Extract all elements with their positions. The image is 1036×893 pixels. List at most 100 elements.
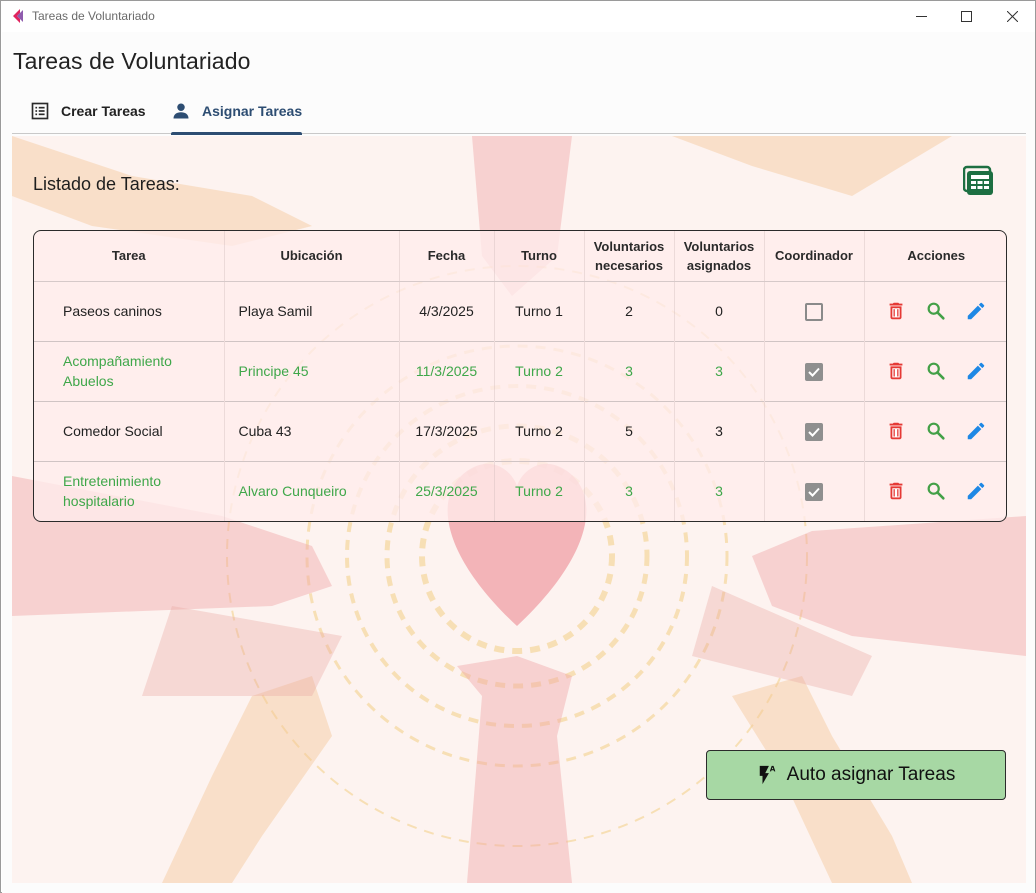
cell-necesarios: 3 bbox=[583, 340, 674, 401]
tarea-line: hospitalario bbox=[63, 493, 135, 510]
title-bar: Tareas de Voluntariado bbox=[1, 1, 1035, 32]
edit-icon bbox=[968, 482, 985, 500]
column-header-coordinador[interactable]: Coordinador bbox=[763, 231, 864, 282]
list-icon bbox=[31, 102, 49, 120]
column-header-fecha[interactable]: Fecha bbox=[398, 231, 494, 282]
column-header-asignados[interactable]: Voluntarios asignados bbox=[673, 231, 764, 282]
search-icon bbox=[927, 302, 945, 320]
edit-button[interactable] bbox=[965, 420, 987, 442]
coordinador-checkbox[interactable] bbox=[805, 363, 823, 382]
cell-fecha: 4/3/2025 bbox=[398, 281, 494, 341]
auto-assign-button[interactable]: Auto asignar Tareas bbox=[706, 750, 1006, 800]
list-title: Listado de Tareas: bbox=[33, 174, 180, 194]
edit-icon bbox=[968, 302, 985, 320]
auto-assign-label: Auto asignar Tareas bbox=[786, 764, 956, 785]
edit-button[interactable] bbox=[965, 360, 987, 382]
cell-fecha: 11/3/2025 bbox=[398, 340, 494, 401]
table-row[interactable]: Entretenimiento hospitalario Alvaro Cunq… bbox=[34, 460, 1006, 521]
cell-asignados: 0 bbox=[673, 281, 764, 341]
table-row[interactable]: Comedor Social Cuba 43 17/3/2025 Turno 2… bbox=[34, 400, 1006, 461]
export-spreadsheet-button[interactable] bbox=[962, 164, 996, 198]
table-row[interactable]: Paseos caninos Playa Samil 4/3/2025 Turn… bbox=[34, 281, 1006, 341]
cell-coordinador bbox=[763, 340, 864, 401]
view-button[interactable] bbox=[925, 300, 947, 322]
view-button[interactable] bbox=[925, 480, 947, 502]
cell-asignados: 3 bbox=[673, 340, 764, 401]
person-icon bbox=[173, 103, 189, 119]
cell-fecha: 17/3/2025 bbox=[398, 400, 494, 461]
cell-turno: Turno 2 bbox=[493, 400, 584, 461]
check-icon bbox=[808, 367, 820, 378]
check-icon bbox=[808, 488, 820, 498]
edit-icon bbox=[968, 422, 985, 440]
close-button[interactable] bbox=[989, 1, 1035, 32]
cell-turno: Turno 2 bbox=[493, 460, 584, 521]
cell-acciones bbox=[863, 400, 1006, 461]
view-button[interactable] bbox=[925, 420, 947, 442]
column-header-tarea[interactable]: Tarea bbox=[34, 231, 224, 282]
coordinador-checkbox[interactable] bbox=[805, 423, 823, 442]
column-header-ubicacion[interactable]: Ubicación bbox=[223, 231, 399, 282]
delete-button[interactable] bbox=[885, 420, 907, 442]
delete-icon bbox=[889, 362, 903, 380]
header-line: necesarios bbox=[595, 257, 663, 273]
cell-tarea: Paseos caninos bbox=[34, 281, 224, 341]
cell-tarea: Acompañamiento Abuelos bbox=[34, 340, 224, 401]
tab-label: Crear Tareas bbox=[61, 103, 146, 119]
maximize-icon bbox=[960, 11, 972, 22]
delete-icon bbox=[889, 483, 903, 500]
cell-necesarios: 3 bbox=[583, 460, 674, 521]
delete-button[interactable] bbox=[885, 300, 907, 322]
edit-button[interactable] bbox=[965, 300, 987, 322]
delete-icon bbox=[889, 302, 903, 320]
cell-coordinador bbox=[763, 400, 864, 461]
column-header-necesarios[interactable]: Voluntarios necesarios bbox=[583, 231, 674, 282]
window-title: Tareas de Voluntariado bbox=[32, 9, 155, 23]
cell-acciones bbox=[863, 460, 1006, 521]
cell-ubicacion: Alvaro Cunqueiro bbox=[223, 460, 399, 521]
close-icon bbox=[1006, 11, 1018, 22]
cell-acciones bbox=[863, 281, 1006, 341]
cell-asignados: 3 bbox=[673, 400, 764, 461]
search-icon bbox=[927, 422, 945, 440]
cell-necesarios: 5 bbox=[583, 400, 674, 461]
header-line: Voluntarios bbox=[593, 238, 665, 254]
flash-auto-icon bbox=[759, 765, 776, 785]
delete-button[interactable] bbox=[885, 480, 907, 502]
cell-turno: Turno 2 bbox=[493, 340, 584, 401]
app-window: Tareas de Voluntariado Tareas de Volunta… bbox=[0, 0, 1036, 893]
assign-panel: Listado de Tareas: Tarea Ubicación Fecha… bbox=[12, 136, 1026, 883]
column-header-acciones: Acciones bbox=[863, 231, 1006, 282]
cell-acciones bbox=[863, 340, 1006, 401]
tasks-table: Tarea Ubicación Fecha Turno Voluntarios … bbox=[33, 230, 1007, 522]
cell-tarea: Entretenimiento hospitalario bbox=[34, 460, 224, 521]
delete-button[interactable] bbox=[885, 360, 907, 382]
edit-button[interactable] bbox=[965, 480, 987, 502]
cell-coordinador bbox=[763, 460, 864, 521]
header-line: asignados bbox=[686, 257, 752, 273]
cell-necesarios: 2 bbox=[583, 281, 674, 341]
cell-asignados: 3 bbox=[673, 460, 764, 521]
minimize-icon bbox=[915, 16, 927, 17]
maximize-button[interactable] bbox=[943, 1, 989, 32]
cell-ubicacion: Principe 45 bbox=[223, 340, 399, 401]
search-icon bbox=[927, 482, 945, 500]
tab-bar: Crear Tareas Asignar Tareas bbox=[12, 88, 1026, 135]
delete-icon bbox=[889, 422, 903, 440]
coordinador-checkbox[interactable] bbox=[805, 303, 823, 322]
spreadsheet-icon bbox=[963, 165, 993, 195]
check-icon bbox=[808, 427, 820, 438]
column-header-turno[interactable]: Turno bbox=[493, 231, 584, 282]
coordinador-checkbox[interactable] bbox=[805, 483, 823, 502]
tab-label: Asignar Tareas bbox=[202, 103, 303, 119]
view-button[interactable] bbox=[925, 360, 947, 382]
search-icon bbox=[927, 362, 945, 380]
table-row[interactable]: Acompañamiento Abuelos Principe 45 11/3/… bbox=[34, 340, 1006, 401]
header-line: Voluntarios bbox=[683, 238, 755, 254]
tab-crear-tareas[interactable]: Crear Tareas bbox=[30, 88, 146, 134]
cell-ubicacion: Playa Samil bbox=[223, 281, 399, 341]
table-header-row: Tarea Ubicación Fecha Turno Voluntarios … bbox=[34, 231, 1006, 282]
tarea-line: Comedor Social bbox=[63, 423, 163, 439]
tab-asignar-tareas[interactable]: Asignar Tareas bbox=[171, 88, 303, 135]
minimize-button[interactable] bbox=[898, 1, 944, 32]
